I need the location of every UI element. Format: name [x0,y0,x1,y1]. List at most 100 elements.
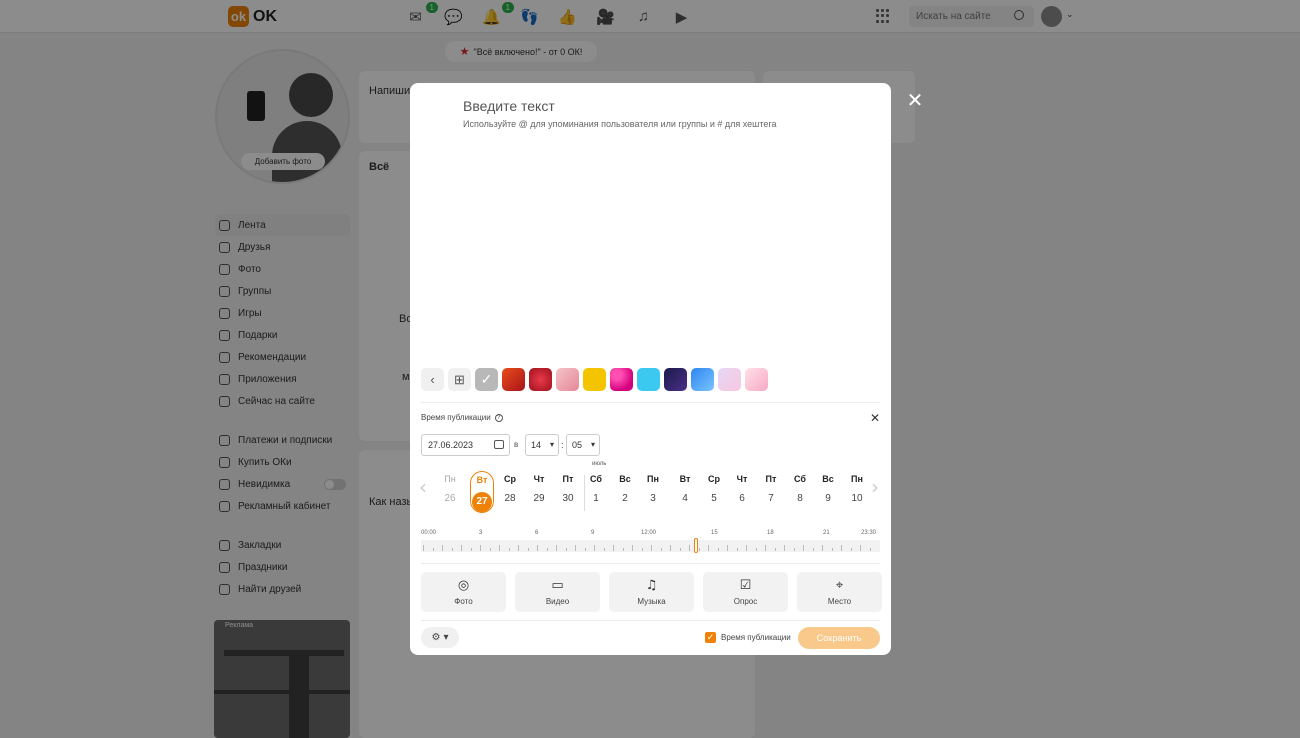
timeline-tick [537,545,538,551]
attach-music-button[interactable]: ♫ Музыка [609,572,694,612]
day-number: 29 [533,493,545,504]
post-text-input[interactable]: Введите текст [463,98,555,114]
timeline-tick [689,545,690,551]
calendar-prev-icon[interactable]: ‹ [419,475,427,499]
day-option[interactable]: Пн 3 [641,471,665,504]
help-icon[interactable]: ? [494,413,503,422]
month-label: июль [592,461,607,467]
music-icon: ♫ [645,577,658,593]
timeline-tick [765,545,766,551]
minute-select[interactable]: 05 ▾ [566,434,600,456]
day-selected[interactable]: Вт 27 [470,471,494,513]
timeline-label: 9 [591,530,595,536]
theme-none[interactable]: ✓ [475,368,498,391]
at-label: в [514,440,519,449]
attachments-row: ◎ Фото ▭ Видео ♫ Музыка ☑ Опрос ⌖ Место [421,572,882,612]
theme-swatch[interactable] [583,368,606,391]
theme-swatch[interactable] [745,368,768,391]
day-of-week: Пн [647,474,659,484]
day-option[interactable]: Ср 28 [498,471,522,504]
attach-location-button[interactable]: ⌖ Место [797,572,882,612]
theme-swatch[interactable] [529,368,552,391]
time-slider[interactable] [421,540,880,552]
timeline-tick [727,545,728,551]
timeline-tick [822,545,823,551]
theme-swatch[interactable] [691,368,714,391]
post-text-hint: Используйте @ для упоминания пользовател… [463,119,777,129]
timeline-tick [670,545,671,551]
timeline-label: 6 [535,530,539,536]
theme-back-button[interactable]: ‹ [421,368,444,391]
timeline-tick [518,545,519,551]
attach-poll-button[interactable]: ☑ Опрос [703,572,788,612]
day-option[interactable]: Вт 4 [673,471,697,504]
timeline-tick [527,548,529,551]
timeline-tick [812,548,814,551]
timeline-tick [660,548,662,551]
day-of-week: Пн [851,474,863,484]
theme-swatch[interactable] [718,368,741,391]
timeline-tick [774,548,776,551]
timeline-tick [869,548,871,551]
day-option[interactable]: Сб 1 [584,471,608,504]
day-option[interactable]: Вс 2 [613,471,637,504]
gear-icon: ⚙ [431,632,441,643]
theme-swatch[interactable] [637,368,660,391]
day-of-week: Вт [679,474,691,484]
theme-picker: ‹ ⊞ ✓ [421,368,768,391]
timeline-tick [546,548,548,551]
day-option[interactable]: Вс 9 [816,471,840,504]
timeline-tick [565,548,567,551]
day-option[interactable]: Пн 26 [438,471,462,504]
timeline-label: 18 [767,530,774,536]
timeline-tick [423,545,424,551]
chevron-down-icon: ▾ [549,440,554,449]
day-number: 30 [562,493,574,504]
day-option[interactable]: Ср 5 [702,471,726,504]
caret-down-icon: ▾ [443,632,449,643]
publish-time-checkbox-label: Время публикации [721,633,791,642]
day-option[interactable]: Чт 29 [527,471,551,504]
publish-time-checkbox[interactable]: ✓ [705,632,716,643]
close-publish-time-icon[interactable]: ✕ [870,411,880,425]
close-modal-icon[interactable]: ✕ [905,90,925,110]
theme-swatch[interactable] [502,368,525,391]
time-colon: : [561,440,564,450]
theme-swatch[interactable] [556,368,579,391]
attach-photo-button[interactable]: ◎ Фото [421,572,506,612]
day-of-week: Сб [590,474,602,484]
day-option[interactable]: Сб 8 [788,471,812,504]
day-strip: Пн 26 Вт 27 Ср 28 Чт 29 Пт 30 Сб 1 Вс 2 Пн 3 Вт 4 Ср 5 Чт 6 Пт… [438,471,874,513]
day-of-week: Пт [765,474,777,484]
camera-icon: ◎ [457,577,470,593]
timeline-tick [613,545,614,551]
theme-swatch[interactable] [664,368,687,391]
day-number: 6 [739,493,745,504]
attach-video-button[interactable]: ▭ Видео [515,572,600,612]
day-number: 8 [797,493,803,504]
calendar-icon[interactable] [494,440,504,449]
post-settings-button[interactable]: ⚙ ▾ [421,627,459,648]
day-option[interactable]: Пн 10 [845,471,869,504]
timeline-tick [784,545,785,551]
video-icon: ▭ [551,577,564,593]
day-number: 3 [650,493,656,504]
timeline-tick [651,545,652,551]
timeline-label: 15 [711,530,718,536]
time-slider-handle[interactable] [694,538,698,553]
day-option[interactable]: Пт 30 [556,471,580,504]
timeline-tick [499,545,500,551]
timeline-labels: 00:00 3 6 9 12:00 15 18 21 23:30 [421,530,880,540]
timeline-tick [698,548,700,551]
day-option[interactable]: Пт 7 [759,471,783,504]
theme-swatch[interactable] [610,368,633,391]
timeline-tick [860,545,861,551]
topbar-shade [0,0,1300,33]
divider [421,402,880,403]
timeline-tick [489,548,491,551]
day-option[interactable]: Чт 6 [730,471,754,504]
save-button[interactable]: Сохранить [798,627,880,649]
hour-select[interactable]: 14 ▾ [525,434,559,456]
theme-grid-button[interactable]: ⊞ [448,368,471,391]
timeline-tick [803,545,804,551]
